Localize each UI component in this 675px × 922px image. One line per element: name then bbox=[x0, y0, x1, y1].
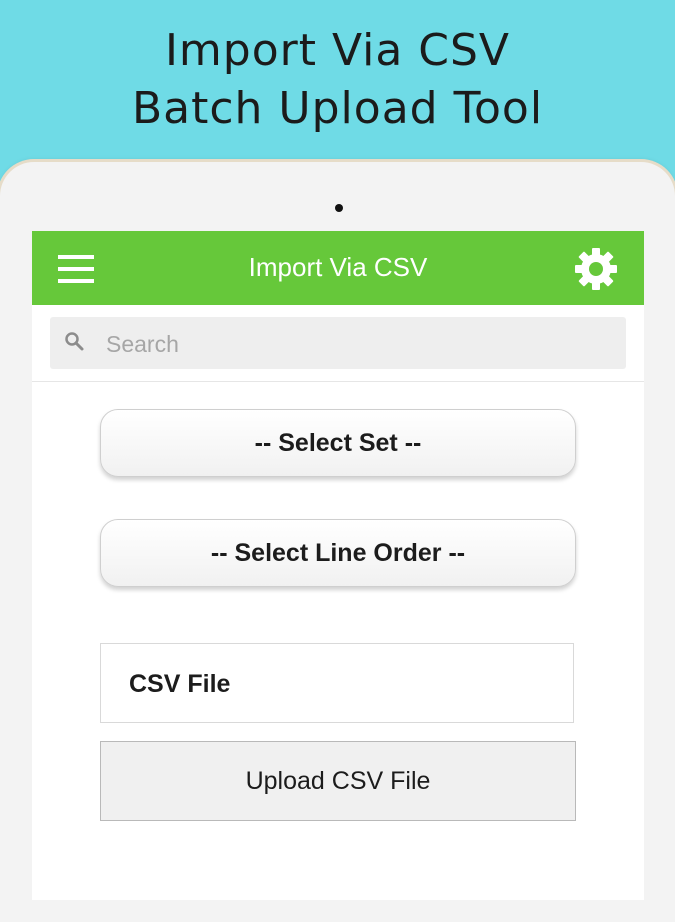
app-screen: Import Via CSV Search -- Select Set -- -… bbox=[32, 231, 644, 900]
csv-file-label: CSV File bbox=[129, 670, 231, 698]
app-bar: Import Via CSV bbox=[32, 231, 644, 305]
search-box[interactable] bbox=[50, 317, 626, 369]
search-bar bbox=[32, 305, 644, 382]
gear-icon[interactable] bbox=[574, 247, 618, 291]
promo-header: Import Via CSV Batch Upload Tool bbox=[0, 22, 675, 138]
search-input[interactable] bbox=[104, 325, 608, 363]
promo-title-line-2: Batch Upload Tool bbox=[131, 83, 544, 134]
tablet-camera bbox=[335, 204, 343, 212]
search-icon bbox=[64, 331, 86, 353]
promo-title-line-1: Import Via CSV bbox=[164, 25, 511, 76]
upload-csv-button[interactable]: Upload CSV File bbox=[100, 741, 576, 821]
select-set-button[interactable]: -- Select Set -- bbox=[100, 409, 576, 477]
select-line-order-button[interactable]: -- Select Line Order -- bbox=[100, 519, 576, 587]
app-bar-title: Import Via CSV bbox=[248, 252, 428, 282]
csv-file-field[interactable]: CSV File bbox=[100, 643, 574, 723]
